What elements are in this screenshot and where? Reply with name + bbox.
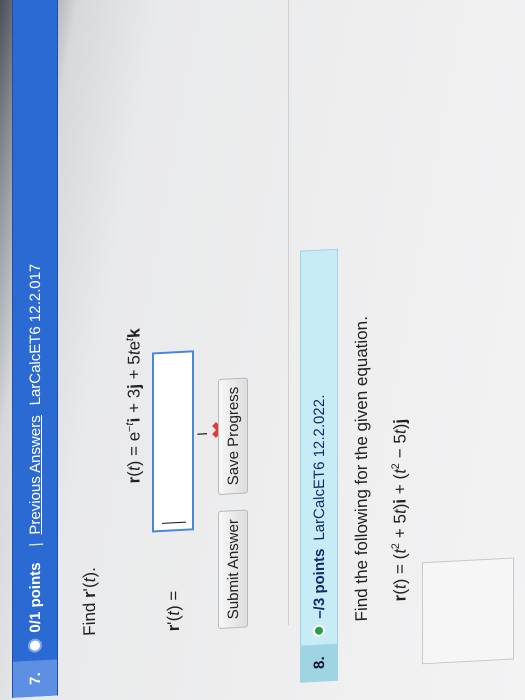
question-7-header: 7. 0/1 points | Previous Answers LarCalc… (12, 0, 58, 698)
question-8-equation: r(t) = (t2 + 5t)i + (t2 − 5t)j (390, 418, 410, 602)
plus-dot-icon (313, 624, 325, 638)
question-8-header: 8. –/3 points LarCalcET6 12.2.022. (300, 248, 338, 683)
question-stage: 7. 0/1 points | Previous Answers LarCalc… (8, 0, 525, 698)
question-7-body: Find r'(t). r(t) = e−ti + 3j + 5tetk r'(… (68, 0, 288, 637)
header-separator: | (26, 542, 44, 548)
save-progress-button[interactable]: Save Progress (218, 377, 248, 495)
answer-label: r'(t) = (164, 590, 183, 632)
question-8-instruction: Find the following for the given equatio… (352, 315, 371, 622)
section-divider (288, 0, 289, 626)
question-7-number: 7. (13, 659, 57, 698)
question-7-points: 0/1 points (26, 562, 44, 634)
previous-answers-link[interactable]: Previous Answers (27, 415, 44, 535)
question-8-points: –/3 points (310, 548, 328, 620)
submit-answer-button[interactable]: Submit Answer (218, 509, 248, 629)
question-7-equation: r(t) = e−ti + 3j + 5tetk (124, 327, 144, 484)
question-8-number: 8. (301, 643, 337, 682)
question-8-source: LarCalcET6 12.2.022. (310, 394, 328, 542)
answer-input[interactable] (152, 350, 194, 533)
text-caret (162, 521, 186, 524)
points-dot-icon (28, 638, 42, 653)
question-7-instruction: Find r'(t). (80, 566, 99, 637)
question-7-source: LarCalcET6 12.2.017 (26, 263, 44, 406)
partial-answer-panel (422, 557, 514, 665)
